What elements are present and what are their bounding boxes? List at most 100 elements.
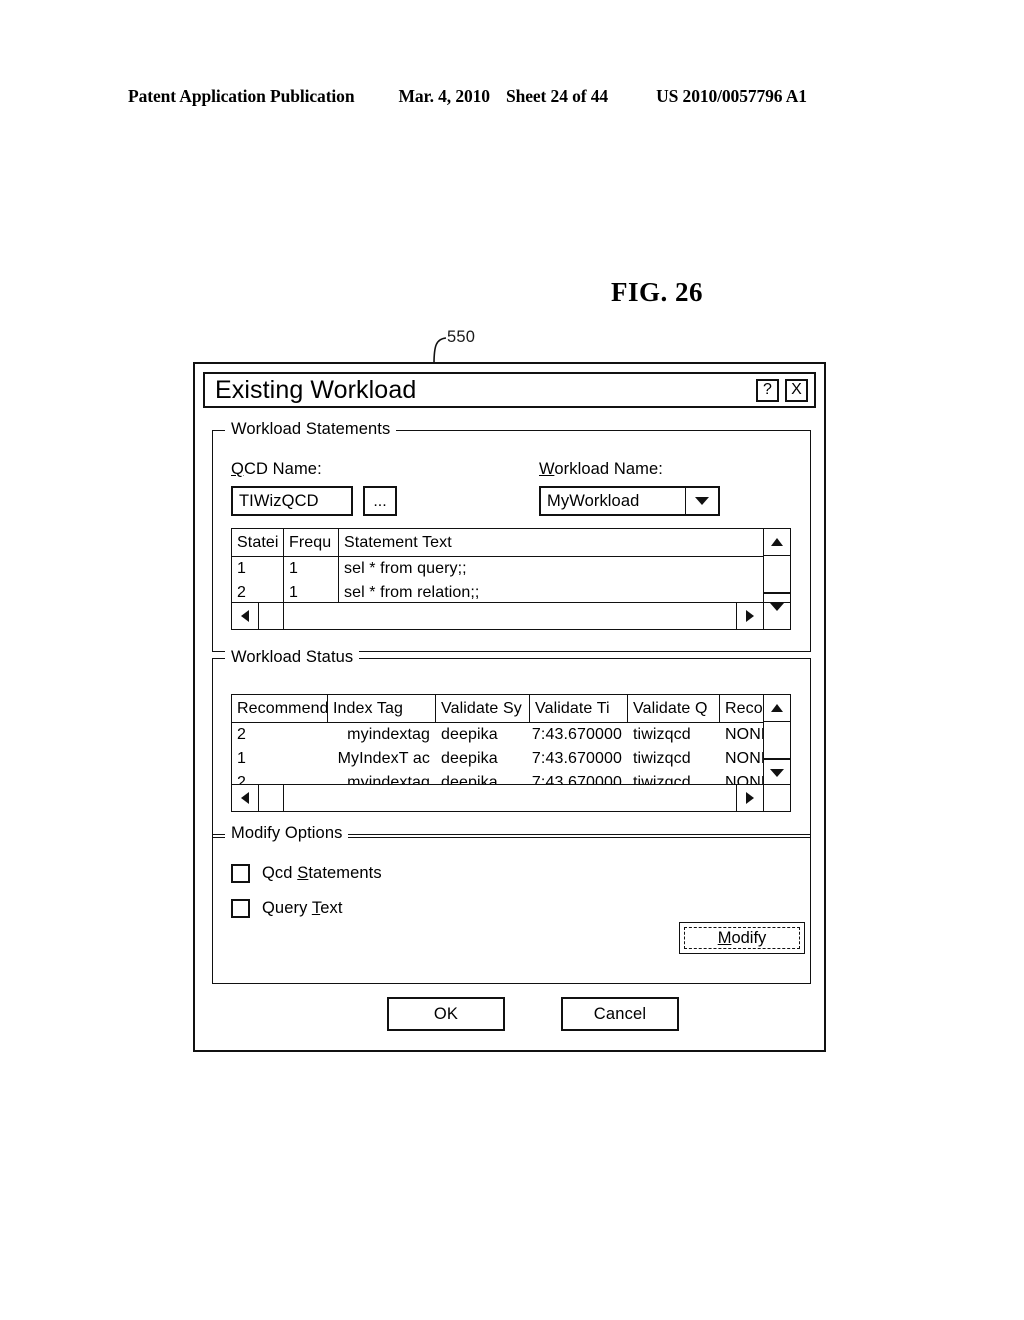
qcd-statements-label-prefix: Qcd <box>262 864 298 882</box>
scroll-left-arrow-icon[interactable] <box>232 785 259 811</box>
statements-horizontal-scrollbar[interactable] <box>232 602 790 629</box>
statements-scroll-corner <box>763 603 790 629</box>
workload-status-grid[interactable]: Recommend Index Tag Validate Sy Validate… <box>231 694 791 812</box>
table-row[interactable]: 2 myindextag deepika 7:43.670000 tiwizqc… <box>232 771 763 784</box>
cancel-button[interactable]: Cancel <box>561 997 679 1031</box>
statements-vertical-scrollbar[interactable] <box>763 529 790 611</box>
sheet-number: Sheet 24 of 44 <box>505 86 609 106</box>
cell-recom: NONE <box>725 750 763 767</box>
publication-label: Patent Application Publication <box>128 86 355 106</box>
qcd-name-label-text: CD Name: <box>243 460 322 478</box>
chevron-down-icon[interactable] <box>685 488 718 514</box>
cell-validate-sy: deepika <box>441 726 498 743</box>
cell-frequency: 1 <box>284 557 339 581</box>
query-text-checkbox[interactable] <box>231 899 250 918</box>
cell-index-tag: myindextag <box>347 726 430 743</box>
figure-title: FIG. 26 <box>611 277 704 307</box>
ok-button[interactable]: OK <box>387 997 505 1031</box>
cell-statement-text: sel * from query;; <box>344 560 467 577</box>
status-hscroll-track[interactable] <box>284 785 736 811</box>
statements-hscroll-thumb[interactable] <box>259 603 284 629</box>
close-icon[interactable]: X <box>785 378 808 402</box>
column-header-recom[interactable]: Recom <box>720 695 763 722</box>
help-icon[interactable]: ? <box>756 378 779 402</box>
cell-recommend: 2 <box>237 774 246 784</box>
cell-validate-q: tiwizqcd <box>633 750 691 767</box>
cell-frequency: 1 <box>284 581 339 602</box>
modify-options-group-label: Modify Options <box>225 824 349 843</box>
status-grid-header: Recommend Index Tag Validate Sy Validate… <box>232 695 763 723</box>
statements-vscroll-thumb[interactable] <box>764 556 790 593</box>
column-header-statement-id[interactable]: Statei <box>232 529 284 556</box>
workload-name-label-text: orkload Name: <box>554 460 663 478</box>
existing-workload-dialog: Existing Workload ? X Workload Statement… <box>193 362 826 1052</box>
workload-name-dropdown[interactable]: MyWorkload <box>539 486 720 516</box>
status-grid-rows: 2 myindextag deepika 7:43.670000 tiwizqc… <box>232 723 763 784</box>
modify-button-label: Modify <box>718 929 767 948</box>
cell-validate-sy: deepika <box>441 750 498 767</box>
scroll-right-arrow-icon[interactable] <box>736 785 763 811</box>
workload-status-group-label: Workload Status <box>225 648 360 667</box>
qcd-statements-checkbox[interactable] <box>231 864 250 883</box>
qcd-name-mnemonic: Q <box>231 460 244 478</box>
table-row[interactable]: 1 MyIndexT ac deepika 7:43.670000 tiwizq… <box>232 747 763 771</box>
column-header-validate-q[interactable]: Validate Q <box>628 695 720 722</box>
statements-grid-body: Statei Frequ Statement Text 1 1 sel * fr… <box>232 529 790 611</box>
status-scroll-corner <box>763 785 790 811</box>
table-row[interactable]: 1 1 sel * from query;; <box>232 557 763 581</box>
modify-button[interactable]: Modify <box>679 922 805 954</box>
column-header-statement-text[interactable]: Statement Text <box>339 529 763 556</box>
column-header-frequency[interactable]: Frequ <box>284 529 339 556</box>
scroll-left-arrow-icon[interactable] <box>232 603 259 629</box>
cell-index-tag: myindextag <box>347 774 430 784</box>
scroll-up-arrow-icon[interactable] <box>764 529 790 556</box>
workload-statements-group-label: Workload Statements <box>225 420 397 439</box>
statements-grid-main: Statei Frequ Statement Text 1 1 sel * fr… <box>232 529 763 602</box>
modify-button-label-text: odify <box>731 928 767 947</box>
cell-recom: NONE <box>725 774 763 784</box>
scroll-down-arrow-icon[interactable] <box>764 759 790 786</box>
cell-recom: NONE <box>725 726 763 743</box>
scroll-up-arrow-icon[interactable] <box>764 695 790 722</box>
status-vertical-scrollbar[interactable] <box>763 695 790 784</box>
status-horizontal-scrollbar[interactable] <box>232 784 790 811</box>
cell-validate-q: tiwizqcd <box>633 774 691 784</box>
cell-index-tag: MyIndexT ac <box>337 750 430 767</box>
cell-validate-q: tiwizqcd <box>633 726 691 743</box>
scroll-right-arrow-icon[interactable] <box>736 603 763 629</box>
status-vscroll-track[interactable] <box>764 722 790 759</box>
cell-validate-ti: 7:43.670000 <box>531 774 622 784</box>
statements-vscroll-track[interactable] <box>764 556 790 593</box>
column-header-recommend[interactable]: Recommend <box>232 695 328 722</box>
dialog-title: Existing Workload <box>215 375 417 404</box>
ref-numeral-550: 550 <box>447 328 476 346</box>
table-row[interactable]: 2 1 sel * from relation;; <box>232 581 763 602</box>
workload-name-value: MyWorkload <box>547 491 640 510</box>
column-header-validate-sy[interactable]: Validate Sy <box>436 695 530 722</box>
qcd-statements-label: Qcd Statements <box>262 864 382 883</box>
status-hscroll-thumb[interactable] <box>259 785 284 811</box>
statements-grid-header: Statei Frequ Statement Text <box>232 529 763 557</box>
column-header-validate-ti[interactable]: Validate Ti <box>530 695 628 722</box>
statements-hscroll-track[interactable] <box>284 603 736 629</box>
qcd-name-label: QCD Name: <box>231 460 322 479</box>
cell-validate-ti: 7:43.670000 <box>531 750 622 767</box>
cell-statement-id: 1 <box>232 557 284 581</box>
column-header-index-tag[interactable]: Index Tag <box>328 695 436 722</box>
dialog-titlebar[interactable]: Existing Workload ? X <box>203 372 816 408</box>
query-text-checkbox-row[interactable]: Query Text <box>231 899 343 918</box>
table-row[interactable]: 2 myindextag deepika 7:43.670000 tiwizqc… <box>232 723 763 747</box>
workload-statements-grid[interactable]: Statei Frequ Statement Text 1 1 sel * fr… <box>231 528 791 630</box>
status-vscroll-thumb[interactable] <box>764 722 790 759</box>
status-grid-main: Recommend Index Tag Validate Sy Validate… <box>232 695 763 784</box>
status-grid-body: Recommend Index Tag Validate Sy Validate… <box>232 695 790 784</box>
query-text-mnemonic: T <box>311 899 321 917</box>
qcd-statements-checkbox-row[interactable]: Qcd Statements <box>231 864 382 883</box>
qcd-statements-mnemonic: S <box>297 864 309 882</box>
qcd-browse-button[interactable]: ... <box>363 486 397 516</box>
publication-date: Mar. 4, 2010 <box>398 86 490 106</box>
statements-grid-rows: 1 1 sel * from query;; 2 1 sel * from re… <box>232 557 763 602</box>
cell-recommend: 1 <box>237 750 246 767</box>
cell-recommend: 2 <box>237 726 246 743</box>
qcd-name-input[interactable]: TIWizQCD <box>231 486 353 516</box>
